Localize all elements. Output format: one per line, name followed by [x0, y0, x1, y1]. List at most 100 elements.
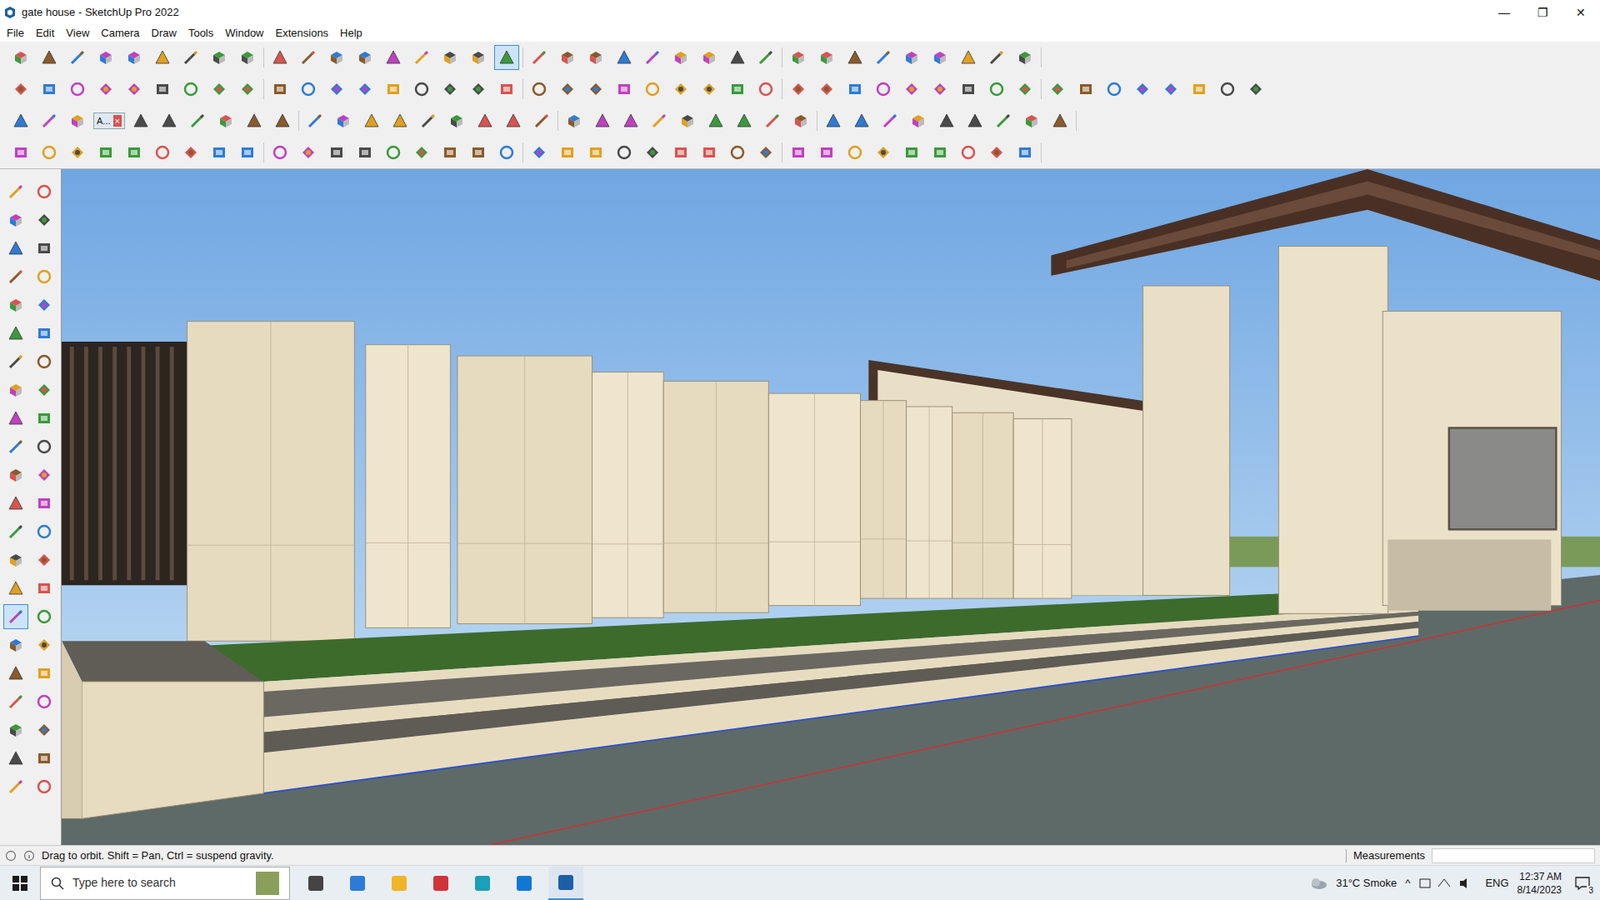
tool-button[interactable] [409, 76, 435, 102]
tool-button[interactable] [842, 45, 868, 70]
tool-button[interactable] [31, 774, 57, 800]
tool-button[interactable] [465, 76, 491, 102]
start-button[interactable] [0, 865, 40, 900]
tool-button[interactable] [31, 405, 57, 431]
tool-button[interactable] [3, 547, 29, 573]
tool-button[interactable] [330, 108, 356, 134]
tool-button[interactable] [156, 108, 182, 134]
tool-button[interactable] [526, 76, 552, 102]
tool-button[interactable] [241, 108, 267, 134]
tool-button[interactable] [529, 108, 555, 134]
tool-button[interactable] [295, 45, 321, 70]
tool-button[interactable] [3, 490, 29, 516]
tool-button[interactable] [352, 45, 378, 70]
tool-button[interactable] [785, 45, 811, 70]
tool-button[interactable] [753, 76, 779, 102]
tool-button[interactable] [36, 76, 62, 102]
tool-button[interactable] [3, 632, 29, 658]
tool-button[interactable] [65, 108, 90, 134]
tool-button[interactable] [380, 45, 406, 70]
tool-button[interactable] [8, 140, 34, 165]
taskbar-app[interactable] [506, 866, 542, 900]
tool-button[interactable] [3, 519, 29, 545]
tool-button[interactable] [465, 140, 491, 165]
taskbar-app[interactable] [381, 866, 417, 900]
tool-button[interactable] [962, 108, 988, 134]
tool-button[interactable] [380, 140, 406, 165]
clock[interactable]: 12:37 AM8/14/2023 [1517, 870, 1562, 897]
tool-button[interactable] [785, 76, 811, 102]
tool-button[interactable] [3, 349, 29, 375]
tool-button[interactable] [295, 140, 321, 165]
tool-button[interactable] [387, 108, 413, 134]
tool-button[interactable] [668, 45, 694, 70]
tool-button[interactable] [555, 76, 580, 102]
tool-button[interactable] [500, 108, 526, 134]
tool-button[interactable] [31, 207, 57, 233]
tool-button[interactable] [121, 140, 147, 165]
tool-button[interactable] [302, 108, 328, 134]
tool-button[interactable] [725, 140, 750, 165]
tool-button[interactable] [31, 490, 57, 516]
tool-button[interactable] [611, 45, 637, 70]
tool-button[interactable] [899, 76, 925, 102]
tool-button[interactable] [8, 76, 34, 102]
tool-button[interactable] [3, 604, 29, 630]
window-control-button[interactable]: — [1485, 0, 1524, 25]
menu-item[interactable]: Edit [35, 25, 55, 42]
tool-button[interactable] [31, 745, 57, 771]
tool-button[interactable] [668, 76, 694, 102]
tool-button[interactable] [437, 76, 463, 102]
tool-button[interactable] [93, 45, 119, 70]
tool-button[interactable] [984, 76, 1010, 102]
tool-button[interactable] [646, 108, 672, 134]
tool-button[interactable] [494, 140, 520, 165]
tool-button[interactable] [1012, 45, 1038, 70]
menu-item[interactable]: Help [340, 25, 363, 42]
tool-button[interactable] [696, 140, 722, 165]
tool-button[interactable] [128, 108, 154, 134]
tool-button[interactable] [31, 377, 57, 403]
tool-button[interactable] [178, 76, 204, 102]
taskbar-app[interactable] [340, 866, 375, 900]
tool-button[interactable] [267, 140, 293, 165]
tool-button[interactable] [31, 235, 57, 261]
tool-button[interactable] [8, 108, 34, 134]
tool-button[interactable] [352, 140, 378, 165]
tool-button[interactable] [185, 108, 210, 134]
tool-button[interactable] [494, 45, 520, 70]
menu-item[interactable]: Extensions [275, 25, 330, 42]
tool-button[interactable] [640, 45, 665, 70]
tool-button[interactable] [121, 76, 147, 102]
menu-item[interactable]: Camera [100, 25, 140, 42]
tool-button[interactable] [725, 45, 750, 70]
tool-button[interactable] [731, 108, 757, 134]
tool-button[interactable] [235, 76, 260, 102]
tool-button[interactable] [3, 575, 29, 601]
geo-location-icon[interactable] [5, 850, 17, 862]
tray-arrow[interactable]: ^ [1405, 875, 1410, 892]
notification-button[interactable]: 3 [1570, 870, 1595, 896]
tool-button[interactable] [1130, 76, 1155, 102]
tool-button[interactable] [899, 140, 925, 165]
tool-button[interactable] [267, 45, 293, 70]
tool-button[interactable] [583, 140, 609, 165]
tool-button[interactable] [870, 140, 896, 165]
window-control-button[interactable]: ✕ [1561, 0, 1600, 25]
tool-button[interactable] [270, 108, 295, 134]
tool-button[interactable] [927, 140, 953, 165]
tool-button[interactable] [3, 434, 29, 460]
floating-toolbar[interactable]: A...× [93, 112, 125, 130]
tool-button[interactable] [150, 76, 175, 102]
tool-button[interactable] [409, 140, 435, 165]
tool-button[interactable] [31, 717, 57, 743]
tool-button[interactable] [3, 264, 29, 290]
tool-button[interactable] [36, 45, 62, 70]
tool-button[interactable] [65, 45, 90, 70]
tool-button[interactable] [1019, 108, 1045, 134]
tool-button[interactable] [905, 108, 931, 134]
tool-button[interactable] [526, 140, 552, 165]
tool-button[interactable] [1186, 76, 1212, 102]
menu-item[interactable]: Draw [151, 25, 177, 42]
tool-button[interactable] [590, 108, 615, 134]
